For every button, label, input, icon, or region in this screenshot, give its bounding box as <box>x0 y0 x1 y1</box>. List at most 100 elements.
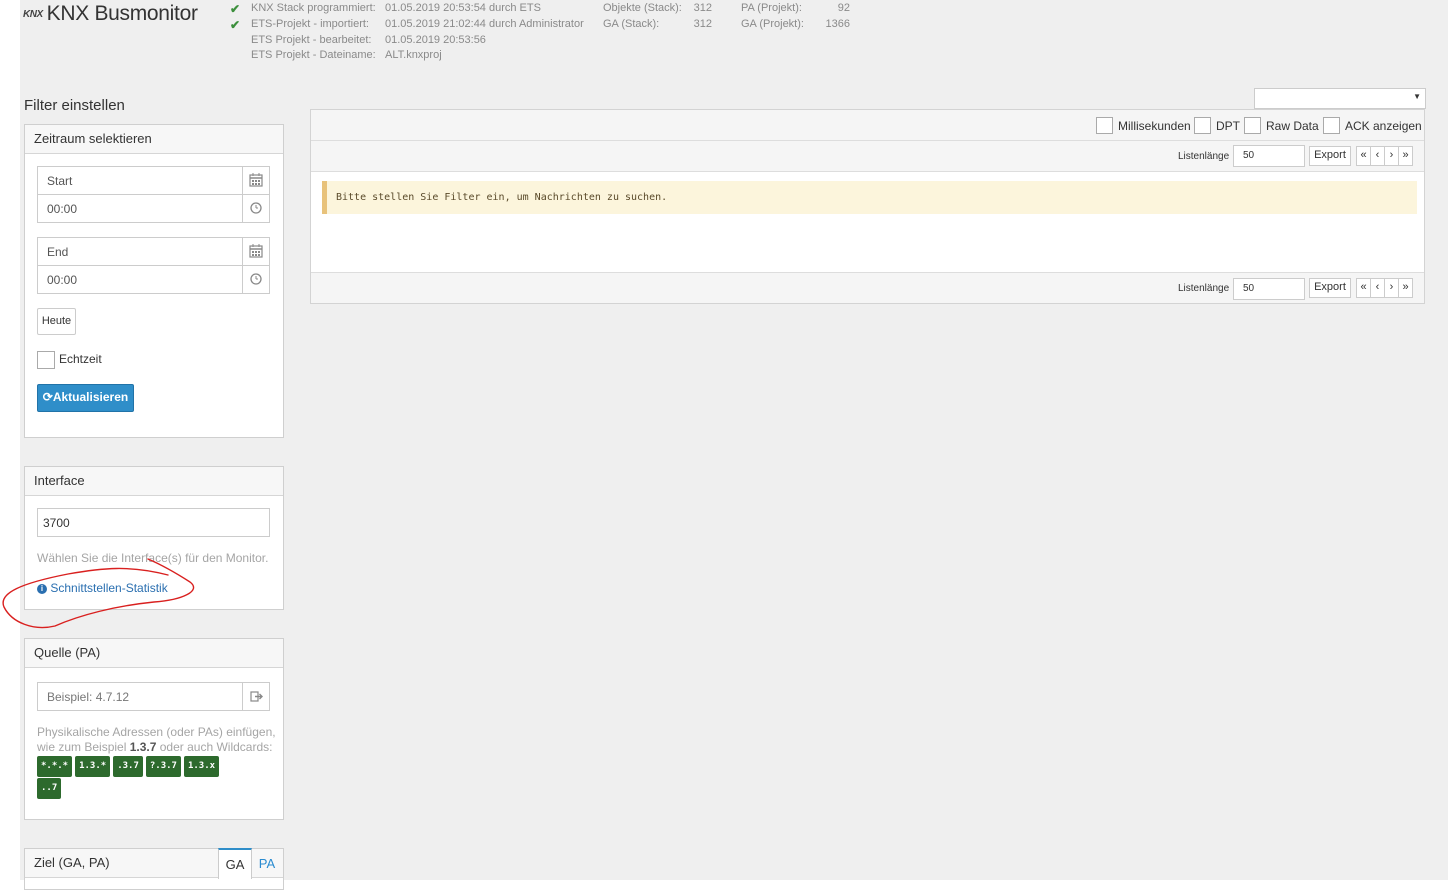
info-label: ETS Projekt - bearbeitet: <box>251 34 372 46</box>
pager-bottom: Listenlänge 50 Export « ‹ › » <box>311 272 1424 303</box>
calendar-icon[interactable] <box>242 238 269 265</box>
info-value: 01.05.2019 20:53:54 durch ETS <box>385 2 541 14</box>
target-panel: Ziel (GA, PA) GA PA <box>24 848 284 890</box>
milliseconds-label: Millisekunden <box>1118 119 1191 133</box>
source-input[interactable]: Beispiel: 4.7.12 <box>37 682 270 711</box>
source-help-example: 1.3.7 <box>129 740 157 754</box>
dpt-checkbox[interactable] <box>1194 117 1211 134</box>
page-length-value: 50 <box>1243 150 1255 161</box>
refresh-icon: ⟳ <box>42 390 53 404</box>
target-header: Ziel (GA, PA) GA PA <box>25 848 283 879</box>
check-icon: ✔ <box>230 2 241 16</box>
refresh-button[interactable]: ⟳Aktualisieren <box>37 384 134 412</box>
clock-icon[interactable] <box>242 195 269 222</box>
clock-icon[interactable] <box>242 266 269 293</box>
raw-data-checkbox[interactable] <box>1244 117 1261 134</box>
check-icon: ✔ <box>230 18 241 32</box>
no-filter-alert: Bitte stellen Sie Filter ein, um Nachric… <box>322 181 1417 214</box>
last-page-button[interactable]: » <box>1398 146 1413 166</box>
prev-page-button[interactable]: ‹ <box>1370 278 1385 298</box>
page-length-input[interactable]: 50 <box>1233 145 1305 167</box>
option-dpt[interactable]: DPT <box>1194 116 1244 134</box>
info-value: 01.05.2019 20:53:56 <box>385 34 486 46</box>
stat-value: 92 <box>837 2 850 14</box>
end-date-input[interactable]: End <box>37 237 270 266</box>
info-icon: i <box>37 584 47 594</box>
source-help-pre: wie zum Beispiel <box>37 740 130 754</box>
end-time-value: 00:00 <box>47 273 78 287</box>
target-heading: Ziel (GA, PA) <box>34 855 110 870</box>
page-length-label: Listenlänge <box>1178 283 1230 294</box>
interface-value: 3700 <box>43 516 70 530</box>
page: KNX KNX Busmonitor ✔ KNX Stack programmi… <box>2 0 1448 890</box>
tab-pa[interactable]: PA <box>251 849 283 878</box>
refresh-label: Aktualisieren <box>52 390 129 404</box>
end-date-placeholder: End <box>47 245 69 259</box>
view-select[interactable]: ▼ <box>1254 88 1426 109</box>
calendar-icon[interactable] <box>242 167 269 194</box>
stat-label: Objekte (Stack): <box>603 2 682 14</box>
info-value: 01.05.2019 21:02:44 durch Administrator <box>385 18 584 30</box>
export-button[interactable]: Export <box>1309 146 1351 166</box>
sign-in-icon[interactable] <box>242 683 269 710</box>
brand: KNX KNX Busmonitor <box>23 2 198 26</box>
next-page-button[interactable]: › <box>1384 278 1399 298</box>
wildcard-badge: 1.3.* <box>75 756 111 777</box>
milliseconds-checkbox[interactable] <box>1096 117 1113 134</box>
interface-heading: Interface <box>25 467 283 496</box>
source-panel: Quelle (PA) Beispiel: 4.7.12 Physikalisc… <box>24 638 284 820</box>
option-ack[interactable]: ACK anzeigen <box>1323 116 1423 134</box>
export-button[interactable]: Export <box>1309 278 1351 298</box>
raw-data-label: Raw Data <box>1266 119 1319 133</box>
ack-checkbox[interactable] <box>1323 117 1340 134</box>
start-time-input[interactable]: 00:00 <box>37 194 270 223</box>
info-row-filename: ETS Projekt - Dateiname: ALT.knxproj <box>230 49 610 63</box>
source-help-post: oder auch Wildcards: <box>156 740 273 754</box>
wildcard-badge: ?.3.7 <box>145 756 181 777</box>
interface-input[interactable]: 3700 <box>37 508 270 537</box>
first-page-button[interactable]: « <box>1356 146 1371 166</box>
source-placeholder: Beispiel: 4.7.12 <box>47 690 130 704</box>
prev-page-button[interactable]: ‹ <box>1370 146 1385 166</box>
info-row-stack: ✔ KNX Stack programmiert: 01.05.2019 20:… <box>230 2 610 16</box>
tab-ga[interactable]: GA <box>218 848 252 879</box>
stat-label: GA (Stack): <box>603 18 660 30</box>
knx-logo: KNX <box>23 8 43 20</box>
info-row-import: ✔ ETS-Projekt - importiert: 01.05.2019 2… <box>230 18 610 32</box>
info-row-edited: ETS Projekt - bearbeitet: 01.05.2019 20:… <box>230 34 610 48</box>
option-milliseconds[interactable]: Millisekunden <box>1096 116 1196 134</box>
today-button[interactable]: Heute <box>37 308 76 335</box>
dpt-label: DPT <box>1216 119 1240 133</box>
timerange-heading: Zeitraum selektieren <box>25 125 283 154</box>
info-label: ETS Projekt - Dateiname: <box>251 49 376 61</box>
alert-message: Bitte stellen Sie Filter ein, um Nachric… <box>336 192 668 203</box>
start-date-input[interactable]: Start <box>37 166 270 195</box>
info-label: ETS-Projekt - importiert: <box>251 18 369 30</box>
interface-stats-link-label: Schnittstellen-Statistik <box>50 581 168 595</box>
next-page-button[interactable]: › <box>1384 146 1399 166</box>
wildcard-badge: ..7 <box>37 778 62 799</box>
wildcard-badges: *.*.* 1.3.* .3.7 ?.3.7 1.3.x ..7 <box>37 755 267 799</box>
info-label: KNX Stack programmiert: <box>251 2 376 14</box>
stat-value: 1366 <box>825 18 850 30</box>
app-title: KNX Busmonitor <box>46 2 198 25</box>
interface-stats-link[interactable]: i Schnittstellen-Statistik <box>37 581 168 595</box>
start-date-placeholder: Start <box>47 174 73 188</box>
stat-label: PA (Projekt): <box>741 2 802 14</box>
option-raw-data[interactable]: Raw Data <box>1244 116 1324 134</box>
stat-value: 312 <box>693 2 712 14</box>
realtime-checkbox[interactable] <box>37 351 55 369</box>
display-options-bar: Millisekunden DPT Raw Data ACK anzeigen <box>311 110 1424 141</box>
source-help: Physikalische Adressen (oder PAs) einfüg… <box>37 725 277 755</box>
page-length-value: 50 <box>1243 283 1255 294</box>
timerange-panel: Zeitraum selektieren Start 00:00 End 00:… <box>24 124 284 438</box>
source-help-line2: wie zum Beispiel 1.3.7 oder auch Wildcar… <box>37 740 277 755</box>
end-time-input[interactable]: 00:00 <box>37 265 270 294</box>
realtime-label: Echtzeit <box>59 352 102 366</box>
stat-value: 312 <box>693 18 712 30</box>
last-page-button[interactable]: » <box>1398 278 1413 298</box>
page-length-input[interactable]: 50 <box>1233 278 1305 300</box>
wildcard-badge: .3.7 <box>113 756 143 777</box>
stat-label: GA (Projekt): <box>741 18 804 30</box>
first-page-button[interactable]: « <box>1356 278 1371 298</box>
